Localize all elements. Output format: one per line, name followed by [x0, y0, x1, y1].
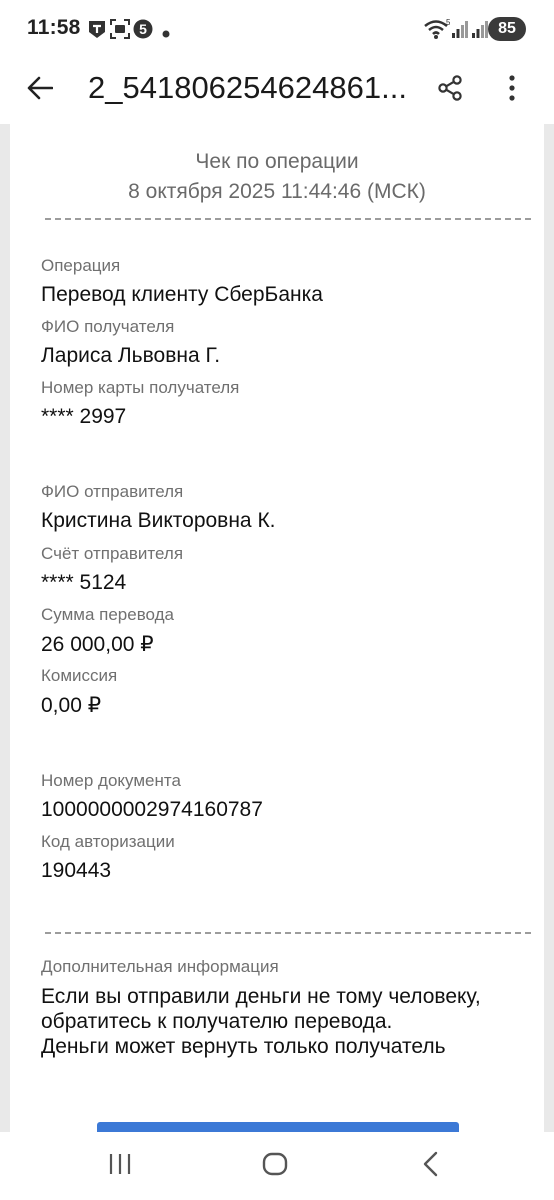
additional-info-line: Если вы отправили деньги не тому человек… [41, 985, 481, 1008]
sender-account-label: Счёт отправителя [41, 544, 184, 563]
arrow-left-icon [27, 76, 54, 105]
screen: 11:58 5 5 85 2_541806254624861... Чек по… [0, 0, 554, 1200]
home-button[interactable] [255, 1150, 295, 1182]
more-menu-button[interactable] [490, 68, 534, 112]
signal-icon-2 [472, 20, 488, 43]
app-bar: 2_541806254624861... [0, 58, 554, 124]
document-title: 2_541806254624861... [88, 70, 407, 105]
five-badge-icon: 5 [133, 19, 153, 44]
sender-name-value: Кристина Викторовна К. [41, 509, 276, 532]
back-button[interactable] [18, 68, 62, 112]
receipt-date: 8 октября 2025 11:44:46 (МСК) [128, 180, 426, 203]
receipt-title: Чек по операции [195, 150, 359, 173]
nav-back-icon [422, 1151, 438, 1182]
transfer-amount-label: Сумма перевода [41, 605, 175, 624]
transfer-amount-value: 26 000,00 ₽ [41, 633, 154, 656]
document-number-label: Номер документа [41, 771, 181, 790]
home-icon [262, 1152, 288, 1181]
more-vert-icon [508, 74, 516, 106]
document-viewer[interactable]: Чек по операции 8 октября 2025 11:44:46 … [0, 124, 554, 1132]
auth-code-label: Код авторизации [41, 832, 175, 851]
notification-t-icon [87, 19, 107, 44]
divider [45, 932, 531, 934]
operation-value: Перевод клиенту СберБанка [41, 283, 323, 306]
battery-indicator: 85 [488, 17, 526, 41]
recipient-card-value: **** 2997 [41, 405, 127, 428]
svg-text:5: 5 [139, 21, 147, 37]
additional-info-line: Деньги может вернуть только получатель [41, 1035, 446, 1058]
sender-name-label: ФИО отправителя [41, 482, 184, 501]
divider [45, 218, 531, 220]
nav-back-button[interactable] [410, 1150, 450, 1182]
recents-button[interactable] [100, 1150, 140, 1182]
recipient-name-value: Лариса Львовна Г. [41, 344, 221, 367]
document-number-value: 1000000002974160787 [41, 798, 263, 821]
operation-label: Операция [41, 256, 121, 275]
screen-icon [110, 19, 130, 44]
status-bar: 11:58 5 5 85 [0, 0, 554, 58]
commission-value: 0,00 ₽ [41, 694, 102, 717]
wifi-icon: 5 [424, 18, 451, 45]
additional-info-text: Если вы отправили деньги не тому человек… [41, 984, 521, 1059]
receipt-page: Чек по операции 8 октября 2025 11:44:46 … [10, 124, 544, 1132]
signal-icon [452, 20, 468, 43]
share-icon [436, 74, 464, 107]
recents-icon [108, 1153, 132, 1180]
sender-account-value: **** 5124 [41, 571, 127, 594]
additional-info-line: обратитесь к получателю перевода. [41, 1010, 393, 1033]
share-button[interactable] [428, 68, 472, 112]
auth-code-value: 190443 [41, 859, 112, 882]
recipient-name-label: ФИО получателя [41, 317, 175, 336]
recipient-card-label: Номер карты получателя [41, 378, 240, 397]
system-nav-bar [0, 1132, 554, 1200]
status-time: 11:58 [27, 16, 81, 39]
dot-icon [162, 25, 170, 43]
commission-label: Комиссия [41, 666, 118, 685]
action-button[interactable] [97, 1122, 459, 1132]
additional-info-label: Дополнительная информация [41, 957, 279, 976]
svg-text:5: 5 [446, 18, 450, 27]
